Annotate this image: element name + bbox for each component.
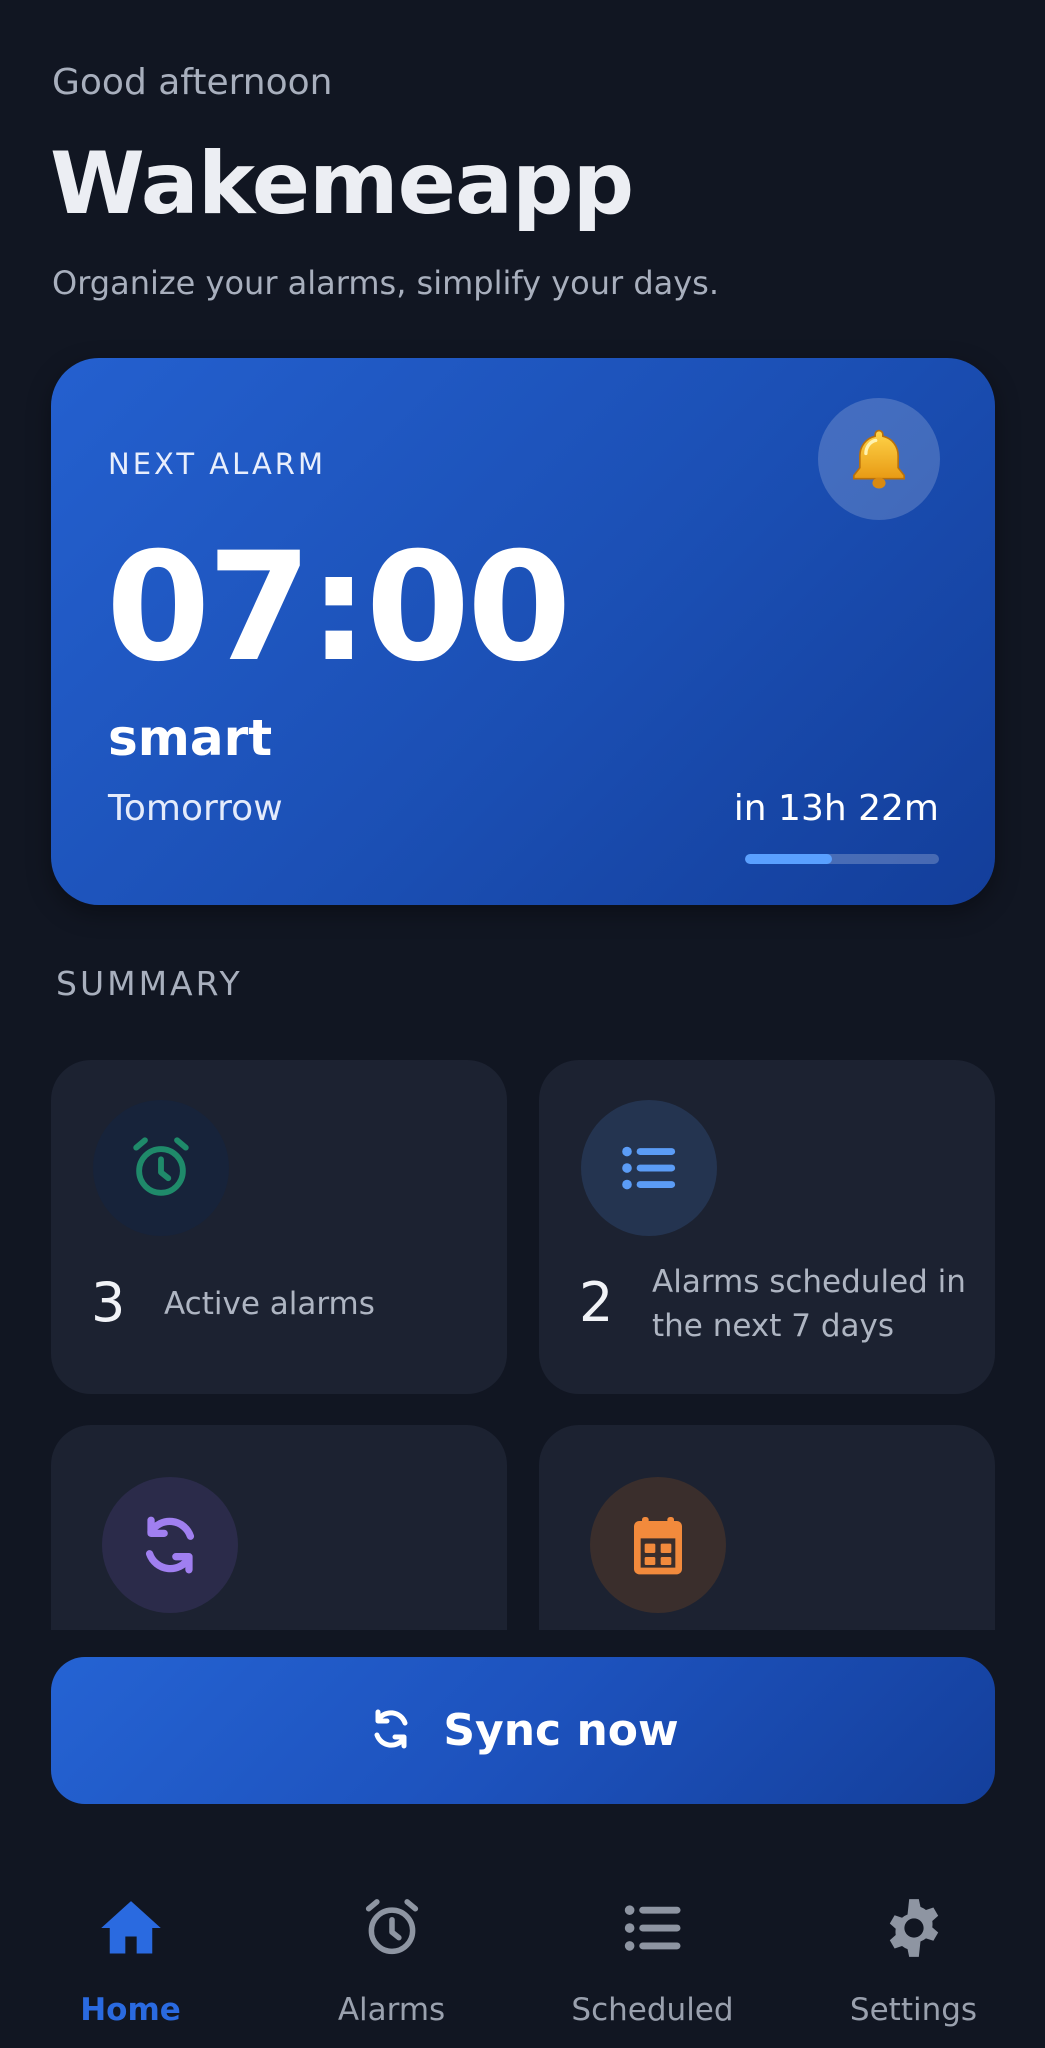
alarm-clock-icon (354, 1890, 430, 1966)
greeting-text: Good afternoon (52, 62, 333, 103)
alarm-clock-icon (93, 1100, 229, 1236)
next-alarm-countdown: in 13h 22m (733, 788, 939, 829)
bell-icon (818, 398, 940, 520)
next-alarm-time: 07:00 (106, 521, 571, 695)
active-alarms-label: Active alarms (164, 1286, 375, 1322)
nav-label-alarms: Alarms (337, 1992, 446, 2028)
next-alarm-label: NEXT ALARM (108, 447, 326, 481)
nav-item-scheduled[interactable]: Scheduled (522, 1860, 783, 2048)
calendar-card[interactable] (539, 1425, 995, 1630)
gear-icon (876, 1890, 952, 1966)
nav-item-alarms[interactable]: Alarms (261, 1860, 522, 2048)
next-alarm-day: Tomorrow (108, 788, 283, 829)
active-alarms-count: 3 (91, 1271, 126, 1334)
sync-icon (102, 1477, 238, 1613)
scheduled-alarms-count: 2 (579, 1271, 614, 1334)
home-screen: Good afternoon Wakemeapp Organize your a… (0, 0, 1045, 2048)
summary-grid[interactable]: 3 Active alarms 2 Alarms scheduled in th… (0, 1060, 1045, 1630)
countdown-progress-fill (745, 854, 833, 864)
active-alarms-card[interactable]: 3 Active alarms (51, 1060, 507, 1394)
app-title: Wakemeapp (50, 134, 634, 234)
nav-item-home[interactable]: Home (0, 1860, 261, 2048)
summary-title: SUMMARY (56, 964, 243, 1003)
sync-status-card[interactable] (51, 1425, 507, 1630)
sync-now-label: Sync now (443, 1704, 679, 1756)
scheduled-alarms-card[interactable]: 2 Alarms scheduled in the next 7 days (539, 1060, 995, 1394)
calendar-icon (590, 1477, 726, 1613)
scheduled-alarms-label: Alarms scheduled in the next 7 days (652, 1264, 966, 1344)
nav-label-scheduled: Scheduled (571, 1992, 734, 2028)
nav-item-settings[interactable]: Settings (783, 1860, 1044, 2048)
home-icon (93, 1890, 169, 1966)
list-icon (615, 1890, 691, 1966)
nav-label-settings: Settings (849, 1992, 978, 2028)
sync-now-button[interactable]: Sync now (51, 1657, 995, 1804)
countdown-progress-bar (745, 854, 939, 864)
next-alarm-card[interactable]: NEXT ALARM 07:00 smart Tomorrow in 13h 2… (51, 358, 995, 905)
list-icon (581, 1100, 717, 1236)
app-tagline: Organize your alarms, simplify your days… (52, 264, 720, 302)
bottom-navigation: Home Alarms Scheduled Settings (0, 1860, 1045, 2048)
nav-label-home: Home (80, 1992, 181, 2028)
sync-icon (367, 1705, 415, 1757)
next-alarm-name: smart (108, 709, 273, 767)
